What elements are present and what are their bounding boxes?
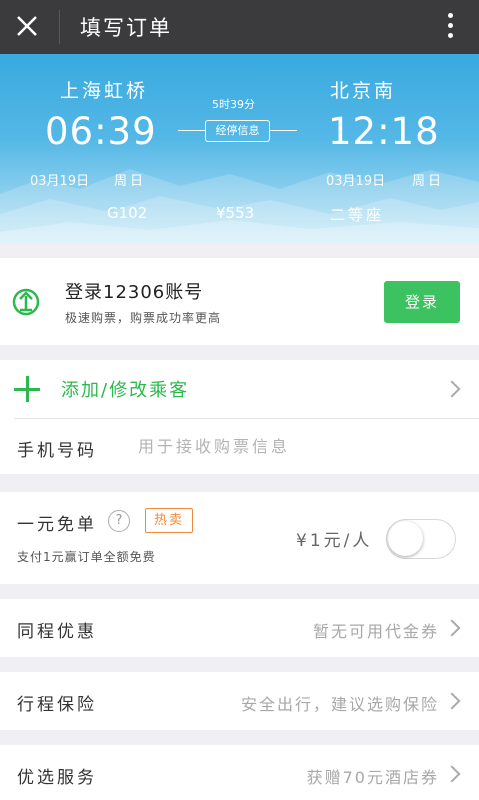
premium-service-label: 优选服务 bbox=[17, 768, 97, 788]
login-subtitle: 极速购票，购票成功率更高 bbox=[65, 311, 222, 325]
insurance-label: 行程保险 bbox=[17, 695, 97, 715]
duration-line-left bbox=[178, 130, 205, 131]
depart-date: 03月19日 bbox=[30, 174, 90, 189]
insurance-value: 安全出行，建议选购保险 bbox=[240, 695, 439, 714]
arrive-time: 12:18 bbox=[328, 110, 440, 153]
from-station: 上海虹桥 bbox=[60, 80, 149, 102]
trip-duration: 5时39分 bbox=[212, 98, 255, 111]
insurance-row[interactable]: 行程保险 安全出行，建议选购保险 bbox=[0, 672, 479, 730]
free-order-card: 一元免单 ? 热卖 支付1元赢订单全额免费 ¥1元/人 bbox=[0, 492, 479, 584]
divider bbox=[14, 418, 479, 419]
login-title: 登录12306账号 bbox=[65, 282, 204, 303]
train-number: G102 bbox=[107, 204, 148, 222]
ticket-price: ¥553 bbox=[216, 204, 255, 222]
phone-label: 手机号码 bbox=[17, 441, 97, 461]
login-button[interactable]: 登录 bbox=[384, 281, 460, 323]
plus-icon bbox=[14, 376, 40, 402]
top-bar: 填写订单 bbox=[0, 0, 479, 54]
help-icon[interactable]: ? bbox=[108, 510, 130, 532]
chevron-right-icon bbox=[443, 692, 461, 710]
depart-weekday: 周日 bbox=[114, 174, 147, 189]
toggle-knob bbox=[388, 521, 423, 556]
premium-service-row[interactable]: 优选服务 获赠70元酒店券 bbox=[0, 745, 479, 800]
hot-badge: 热卖 bbox=[145, 508, 193, 533]
coupon-row[interactable]: 同程优惠 暂无可用代金券 bbox=[0, 599, 479, 657]
phone-input[interactable] bbox=[138, 432, 458, 460]
free-order-title: 一元免单 bbox=[17, 515, 97, 535]
login-card: 登录12306账号 极速购票，购票成功率更高 登录 bbox=[0, 258, 479, 345]
header-divider bbox=[59, 10, 60, 44]
arrive-weekday: 周日 bbox=[412, 174, 445, 189]
free-order-toggle[interactable] bbox=[386, 519, 456, 559]
chevron-right-icon bbox=[443, 380, 461, 398]
stops-info-button[interactable]: 经停信息 bbox=[205, 120, 270, 142]
free-order-subtitle: 支付1元赢订单全额免费 bbox=[17, 550, 156, 564]
coupon-value: 暂无可用代金券 bbox=[312, 622, 439, 641]
depart-time: 06:39 bbox=[45, 110, 157, 153]
passenger-card: 添加/修改乘客 手机号码 bbox=[0, 360, 479, 474]
chevron-right-icon bbox=[443, 765, 461, 783]
duration-line-right bbox=[270, 130, 297, 131]
trip-summary: 上海虹桥 北京南 06:39 12:18 5时39分 经停信息 03月19日 周… bbox=[0, 54, 479, 244]
to-station: 北京南 bbox=[330, 80, 397, 102]
free-order-price: ¥1元/人 bbox=[296, 531, 373, 551]
seat-class: 二等座 bbox=[330, 206, 385, 224]
more-vertical-icon[interactable] bbox=[443, 10, 457, 44]
premium-service-value: 获赠70元酒店券 bbox=[306, 768, 439, 787]
coupon-label: 同程优惠 bbox=[17, 622, 97, 642]
chevron-right-icon bbox=[443, 619, 461, 637]
add-passenger-row[interactable]: 添加/修改乘客 bbox=[0, 360, 479, 418]
close-icon[interactable] bbox=[10, 9, 44, 43]
add-passenger-label: 添加/修改乘客 bbox=[61, 380, 190, 401]
arrive-date: 03月19日 bbox=[326, 174, 386, 189]
railway-logo-icon bbox=[12, 288, 40, 316]
page-title: 填写订单 bbox=[80, 16, 172, 40]
